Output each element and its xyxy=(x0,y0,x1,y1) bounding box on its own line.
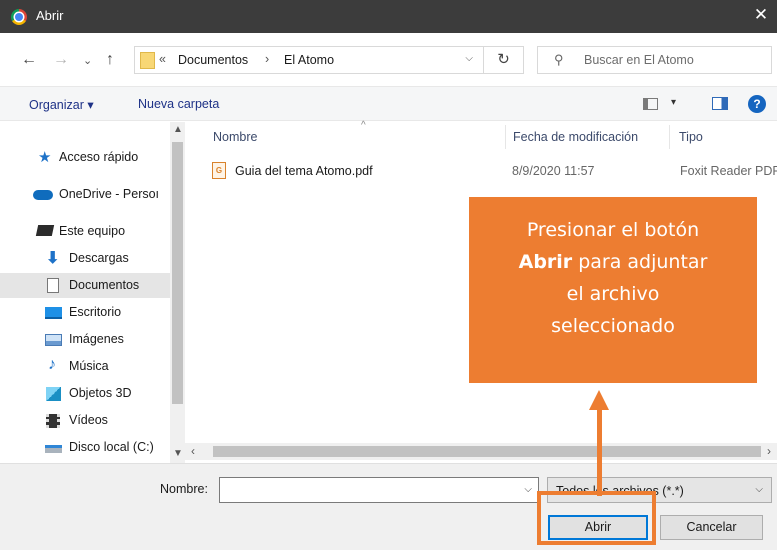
column-header-name[interactable]: Nombre xyxy=(213,130,257,144)
new-folder-button[interactable]: Nueva carpeta xyxy=(138,97,219,111)
sidebar-item-disco-local[interactable]: Disco local (C:) xyxy=(0,435,170,460)
up-button[interactable]: ↑ xyxy=(106,51,114,69)
close-button[interactable]: ✕ xyxy=(751,5,771,25)
pdf-icon: G xyxy=(212,162,226,179)
chevron-down-icon[interactable]: ⌵ xyxy=(524,484,532,495)
dialog-footer: Nombre: ⌵ Todos los archivos (*.*) ⌵ Abr… xyxy=(0,463,777,550)
preview-pane-icon[interactable] xyxy=(712,97,728,110)
sidebar-item-label: Disco local (C:) xyxy=(69,440,154,454)
video-icon xyxy=(46,414,60,428)
horizontal-scrollbar[interactable]: ‹ › xyxy=(185,443,777,460)
sidebar-item-label: Acceso rápido xyxy=(59,150,139,164)
forward-button[interactable]: → xyxy=(53,51,69,69)
callout-line-1: Presionar el botón xyxy=(526,219,700,241)
file-type: Foxit Reader PDF xyxy=(680,164,777,178)
sidebar-item-label: Escritorio xyxy=(69,305,122,319)
navigation-pane: ★ Acceso rápido OneDrive - Persoı Este e… xyxy=(0,122,185,463)
file-name-label: Nombre: xyxy=(160,482,208,496)
search-box[interactable]: ⚲ Buscar en El Atomo xyxy=(537,46,772,74)
folder-icon xyxy=(140,52,155,69)
search-placeholder[interactable]: Buscar en El Atomo xyxy=(584,53,694,67)
chevron-down-icon[interactable]: ⌵ xyxy=(465,53,473,64)
sort-ascending-icon: ^ xyxy=(361,120,366,131)
chevron-down-icon[interactable]: ⌵ xyxy=(755,484,763,495)
window-title: Abrir xyxy=(36,8,64,23)
callout-line-4: seleccionado xyxy=(551,315,675,337)
title-bar: Abrir ✕ xyxy=(0,0,777,33)
cancel-button[interactable]: Cancelar xyxy=(660,515,763,540)
back-button[interactable]: ← xyxy=(21,51,37,69)
sidebar-item-musica[interactable]: ♪ Música xyxy=(0,354,170,379)
drive-icon xyxy=(45,445,62,453)
column-header-date[interactable]: Fecha de modificación xyxy=(513,130,638,144)
file-name-input[interactable]: ⌵ xyxy=(219,477,539,503)
instruction-callout: Presionar el botón Abrir para adjuntar e… xyxy=(469,197,757,383)
column-divider[interactable] xyxy=(669,125,670,149)
breadcrumb-separator[interactable]: › xyxy=(265,52,269,66)
star-icon: ★ xyxy=(38,149,52,166)
sidebar-item-objetos-3d[interactable]: Objetos 3D xyxy=(0,381,170,406)
sidebar-scrollbar[interactable]: ▲ ▼ xyxy=(170,122,185,463)
chrome-icon xyxy=(11,9,27,25)
search-icon: ⚲ xyxy=(554,52,564,67)
refresh-button[interactable]: ↻ xyxy=(484,46,524,74)
scroll-left-icon[interactable]: ‹ xyxy=(191,444,195,458)
sidebar-item-label: Documentos xyxy=(69,278,140,292)
file-name: Guia del tema Atomo.pdf xyxy=(235,164,373,178)
sidebar-item-label: Música xyxy=(69,359,109,373)
cube-icon xyxy=(46,387,61,401)
column-header-type[interactable]: Tipo xyxy=(679,130,703,144)
scroll-right-icon[interactable]: › xyxy=(767,444,771,458)
arrow-shaft xyxy=(597,408,602,496)
sidebar-item-documentos[interactable]: Documentos xyxy=(0,273,170,298)
breadcrumb-el-atomo[interactable]: El Atomo xyxy=(284,53,334,67)
breadcrumb-overflow[interactable]: « xyxy=(159,52,166,66)
column-divider[interactable] xyxy=(505,125,506,149)
view-dropdown[interactable]: ▾ xyxy=(671,97,676,108)
view-options-icon[interactable] xyxy=(643,98,658,110)
callout-line-2: Abrir para adjuntar xyxy=(469,246,757,278)
scroll-up-icon[interactable]: ▲ xyxy=(173,124,183,135)
sidebar-item-descargas[interactable]: ⬇ Descargas xyxy=(0,246,170,271)
callout-line-2-rest: para adjuntar xyxy=(572,251,708,273)
scroll-down-icon[interactable]: ▼ xyxy=(173,448,183,459)
music-icon: ♪ xyxy=(48,356,56,373)
recent-locations-button[interactable]: ⌄ xyxy=(83,54,92,67)
arrow-head-icon xyxy=(589,390,609,410)
navigation-bar: ← → ⌄ ↑ « Documentos › El Atomo ⌵ ↻ ⚲ Bu… xyxy=(0,33,777,86)
address-bar[interactable]: « Documentos › El Atomo ⌵ xyxy=(134,46,484,74)
desktop-icon xyxy=(45,307,62,319)
command-bar: Organizar ▾ Nueva carpeta ▾ ? xyxy=(0,86,777,121)
sidebar-item-este-equipo[interactable]: Este equipo xyxy=(0,219,170,244)
cloud-icon xyxy=(33,190,53,200)
scrollbar-thumb[interactable] xyxy=(172,142,183,404)
sidebar-item-label: Objetos 3D xyxy=(69,386,132,400)
callout-line-3: el archivo xyxy=(566,283,660,305)
scrollbar-thumb[interactable] xyxy=(213,446,761,457)
computer-icon xyxy=(35,225,55,236)
file-date: 8/9/2020 11:57 xyxy=(512,164,595,178)
document-icon xyxy=(47,278,59,293)
sidebar-item-escritorio[interactable]: Escritorio xyxy=(0,300,170,325)
sidebar-item-videos[interactable]: Vídeos xyxy=(0,408,170,433)
organize-menu[interactable]: Organizar ▾ xyxy=(29,97,94,112)
download-icon: ⬇ xyxy=(46,250,60,267)
sidebar-item-acceso-rapido[interactable]: ★ Acceso rápido xyxy=(0,145,170,170)
sidebar-item-imagenes[interactable]: Imágenes xyxy=(0,327,170,352)
file-row[interactable]: G Guia del tema Atomo.pdf 8/9/2020 11:57… xyxy=(209,160,777,184)
sidebar-item-label: Imágenes xyxy=(69,332,124,346)
sidebar-item-label: OneDrive - Persoı xyxy=(59,187,160,201)
sidebar-item-label: Descargas xyxy=(69,251,129,265)
sidebar-item-label: Vídeos xyxy=(69,413,108,427)
sidebar-item-label: Este equipo xyxy=(59,224,126,238)
sidebar-item-onedrive[interactable]: OneDrive - Persoı xyxy=(0,182,170,207)
open-button-highlight xyxy=(537,491,656,545)
callout-bold-text: Abrir xyxy=(518,251,573,273)
images-icon xyxy=(45,334,62,346)
help-icon[interactable]: ? xyxy=(748,95,766,113)
breadcrumb-documentos[interactable]: Documentos xyxy=(178,53,248,67)
